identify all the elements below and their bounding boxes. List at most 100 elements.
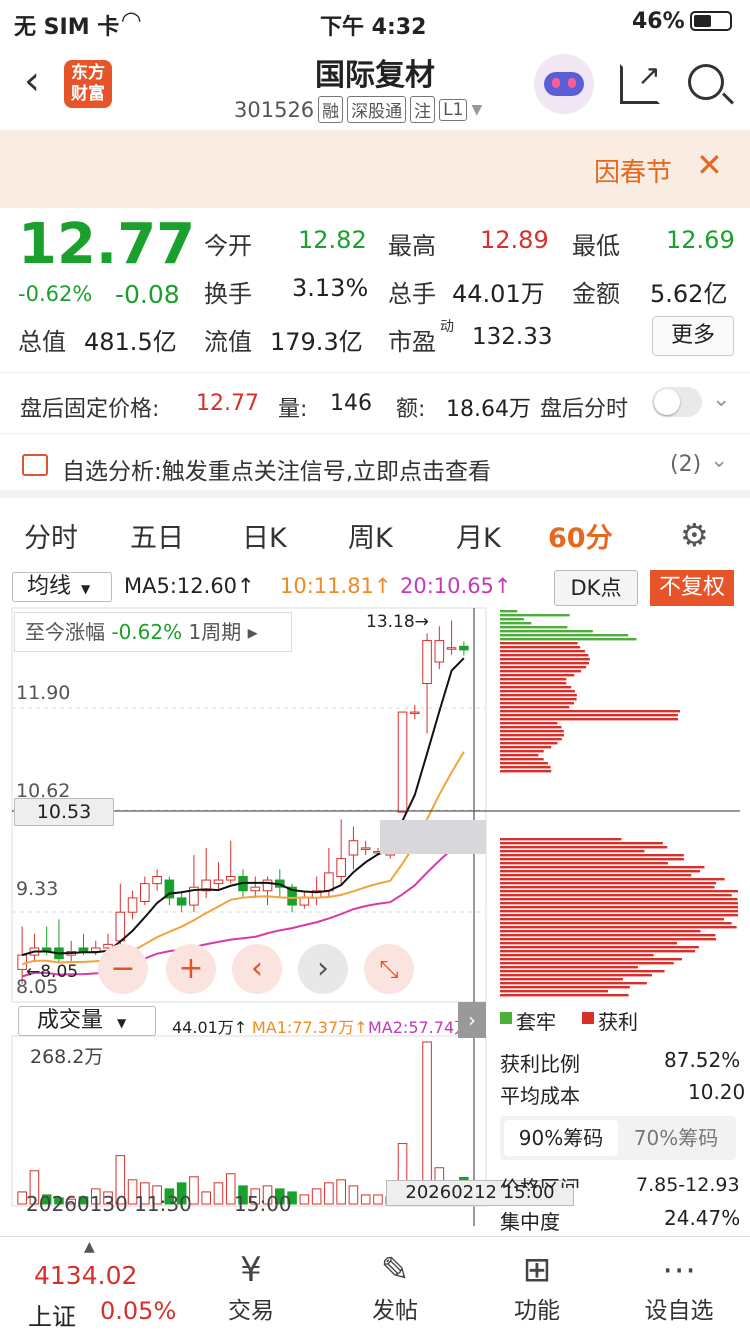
chip-bar [500, 930, 701, 933]
chip-bar [500, 650, 585, 653]
gear-icon[interactable]: ⚙ [680, 516, 709, 554]
chip-bar [500, 666, 587, 669]
tab-weekly-k[interactable]: 周K [348, 516, 393, 555]
dk-point-button[interactable]: DK点 [554, 570, 638, 606]
stock-header: ‹ 东方 财富 国际复材 301526 融 深股通 注 L1 ▼ → [0, 44, 750, 130]
chip-bar [500, 718, 678, 721]
range-period: 1周期 [188, 620, 242, 644]
chip-bar [500, 862, 668, 865]
volume-bar [213, 1182, 224, 1205]
chevron-down-icon[interactable]: ⌄ [712, 387, 730, 412]
notice-banner[interactable]: 因春节 ✕ [0, 130, 750, 208]
adjust-button[interactable]: 不复权 [650, 570, 734, 606]
volume-bar [373, 1194, 383, 1205]
volume-bar [324, 1182, 334, 1205]
brand-logo: 东方 财富 [64, 60, 112, 108]
candle [78, 947, 89, 953]
nav-post[interactable]: ✎ 发帖 [330, 1249, 460, 1325]
ma10-value: 10:11.81↑ [280, 574, 392, 598]
stock-code: 301526 [234, 97, 315, 122]
index-change: 0.05% [100, 1297, 177, 1325]
chip-bar [500, 938, 717, 941]
assistant-avatar[interactable] [534, 54, 594, 114]
chip-bar [500, 618, 524, 621]
candle [127, 897, 138, 913]
chip-bar [500, 730, 564, 733]
pan-right-button[interactable]: › [298, 944, 348, 994]
chip-bar [500, 670, 581, 673]
open-value: 12.82 [298, 226, 367, 254]
chip-bar [500, 642, 578, 645]
zoom-out-button[interactable]: − [98, 944, 148, 994]
analysis-row[interactable]: 自选分析:触发重点关注信号,立即点击查看 (2) ⌄ [0, 436, 750, 498]
chip-bar [500, 962, 674, 965]
nav-post-label: 发帖 [372, 1298, 418, 1324]
volume-value: 44.01万 [452, 280, 545, 308]
chip-bar [500, 674, 575, 677]
chip-bar [500, 986, 630, 989]
back-icon[interactable]: ‹ [24, 58, 40, 104]
quote-panel: 12.77 -0.62% -0.08 今开 12.82 最高 12.89 最低 … [0, 208, 750, 370]
candle [176, 897, 187, 906]
index-value[interactable]: 4134.02 [34, 1261, 137, 1290]
ma-select[interactable]: 均线 ▼ [12, 572, 112, 602]
more-button[interactable]: 更多 [652, 316, 734, 356]
volume-select[interactable]: 成交量 ▼ [18, 1006, 156, 1036]
nav-trade[interactable]: ¥ 交易 [186, 1249, 316, 1325]
pan-left-button[interactable]: ‹ [232, 944, 282, 994]
chip-bar [500, 750, 544, 753]
cost-band [380, 820, 486, 854]
chip-bar [500, 694, 577, 697]
tab-60min[interactable]: 60分 [548, 516, 613, 555]
date-left: 20260130 11:30 [26, 1192, 192, 1216]
chip-bar [500, 610, 518, 613]
period-tabs: 分时 五日 日K 周K 月K 60分 ⚙ [0, 506, 750, 566]
collapse-arrow-icon[interactable]: › [458, 1002, 486, 1038]
chip-bar [500, 898, 738, 901]
amount-label: 金额 [572, 280, 620, 308]
chevron-down-icon[interactable]: ⌄ [710, 448, 728, 473]
chip-bar [500, 686, 572, 689]
volume-select-label: 成交量 [37, 1008, 104, 1033]
chip-bar [500, 702, 575, 705]
nav-functions[interactable]: ⊞ 功能 [472, 1249, 602, 1325]
wifi-icon: ◠ [122, 6, 141, 34]
expand-icon[interactable]: ⤡ [364, 944, 414, 994]
volume-bar [348, 1185, 359, 1205]
tab-intraday[interactable]: 分时 [24, 516, 78, 555]
after-hours-toggle[interactable] [652, 387, 702, 417]
chip-bar [500, 714, 678, 717]
nav-add-watchlist[interactable]: ⋯ 设自选 [614, 1249, 744, 1325]
tag-register: 注 [410, 96, 436, 123]
turnover-label: 换手 [204, 280, 252, 308]
turnover-value: 3.13% [292, 274, 369, 302]
chip-bar [500, 902, 738, 905]
yen-icon: ¥ [240, 1250, 262, 1290]
after-hours-price: 12.77 [196, 391, 259, 416]
caret-up-icon[interactable]: ▲ [84, 1239, 95, 1255]
tab-monthly-k[interactable]: 月K [456, 516, 501, 555]
tab-five-day[interactable]: 五日 [130, 516, 184, 555]
chip-bar [500, 926, 737, 929]
zoom-in-button[interactable]: + [166, 944, 216, 994]
share-icon[interactable]: → [620, 56, 669, 104]
chip-bar [500, 762, 548, 765]
chip-tab-70[interactable]: 70%筹码 [620, 1120, 732, 1156]
candle [348, 840, 359, 856]
dropdown-icon[interactable]: ▼ [471, 102, 482, 118]
volume-bar [336, 1179, 346, 1205]
range-label: 至今涨幅 [25, 620, 105, 644]
volume-bar [201, 1191, 211, 1205]
search-icon[interactable] [688, 64, 735, 105]
chip-bar [500, 710, 680, 713]
mcap-label: 总值 [18, 328, 66, 356]
ma20-value: 20:10.65↑ [400, 574, 512, 598]
avg-cost-label: 平均成本 [500, 1084, 580, 1108]
chip-tab-90[interactable]: 90%筹码 [504, 1120, 618, 1156]
tab-daily-k[interactable]: 日K [242, 516, 287, 555]
trap-legend-swatch [500, 1012, 512, 1024]
close-icon[interactable]: ✕ [696, 146, 723, 184]
high-value: 12.89 [480, 226, 549, 254]
range-change-box[interactable]: 至今涨幅 -0.62% 1周期 ▸ [14, 612, 292, 652]
change-value: -0.08 [115, 280, 180, 309]
